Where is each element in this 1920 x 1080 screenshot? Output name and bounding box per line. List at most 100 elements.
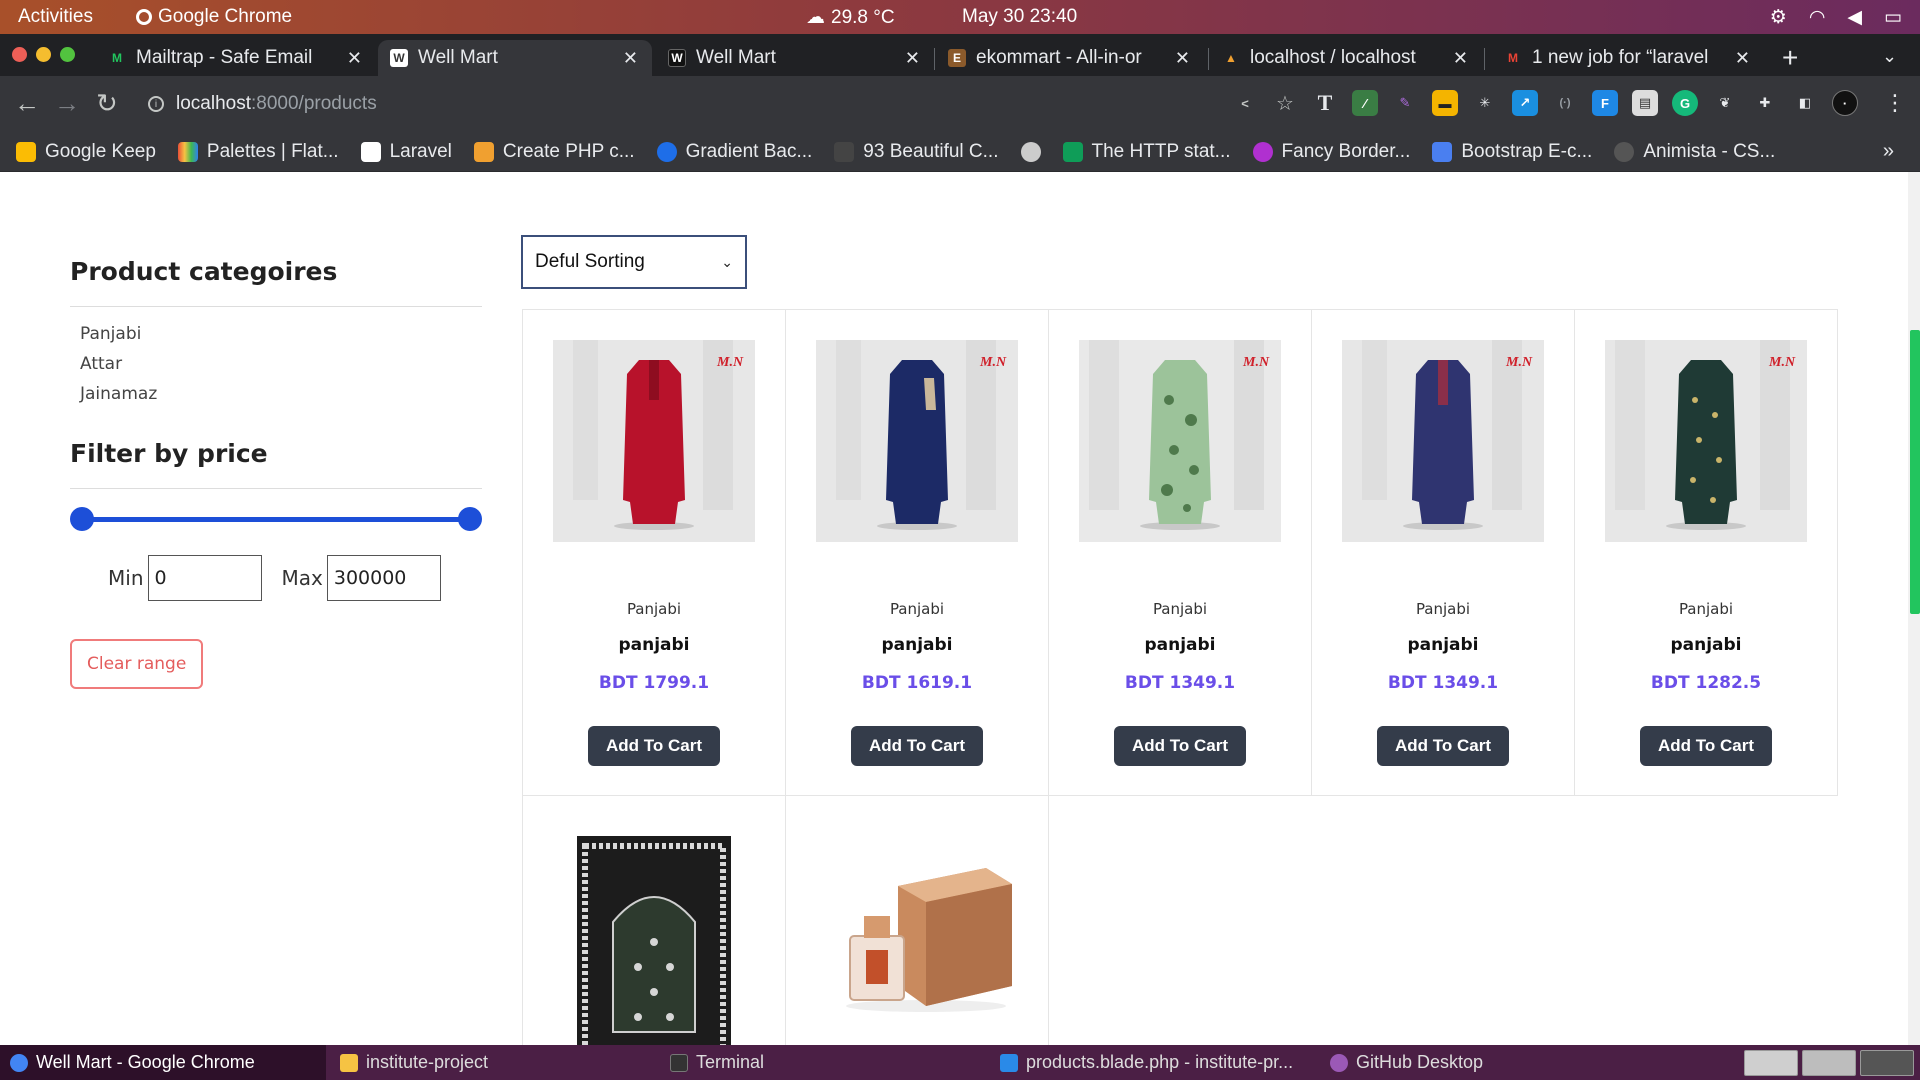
browser-menu-icon[interactable]: ⋮ (1884, 90, 1906, 116)
bookmark-google-keep[interactable]: Google Keep (16, 141, 156, 163)
bookmark-laravel[interactable]: Laravel (360, 141, 452, 163)
product-name[interactable]: panjabi (1049, 635, 1311, 655)
weather-widget[interactable]: ☁ 29.8 °C (806, 6, 895, 29)
workspace-3[interactable] (1860, 1050, 1914, 1076)
bookmark-gradient[interactable]: Gradient Bac... (656, 141, 812, 163)
share-icon[interactable]: < (1232, 90, 1258, 116)
close-tab-icon[interactable]: ✕ (1175, 48, 1190, 69)
product-image[interactable]: M.N (1079, 340, 1281, 542)
taskbar-item-github[interactable]: GitHub Desktop (1320, 1045, 1646, 1080)
system-tray[interactable]: ⚙ ◠ ◀ ▭ (1770, 6, 1902, 29)
add-to-cart-button[interactable]: Add To Cart (588, 726, 720, 766)
workspace-1[interactable] (1744, 1050, 1798, 1076)
close-tab-icon[interactable]: ✕ (1735, 48, 1750, 69)
max-price-input[interactable] (326, 555, 441, 601)
back-icon[interactable]: ← (14, 88, 40, 119)
tab-ekommart[interactable]: E ekommart - All-in-or ✕ (936, 40, 1204, 76)
activities-button[interactable]: Activities (18, 6, 93, 28)
product-card[interactable]: M.N Panjabi panjabi BDT 1619.1 Add To Ca… (785, 309, 1049, 796)
sorting-select[interactable]: Deful Sorting ⌄ (521, 235, 747, 289)
product-card[interactable]: M.N Panjabi panjabi BDT 1349.1 Add To Ca… (1311, 309, 1575, 796)
tab-gmail[interactable]: M 1 new job for “laravel ✕ (1492, 40, 1764, 76)
category-link-panjabi[interactable]: Panjabi (80, 319, 472, 349)
product-image[interactable]: M.N (816, 340, 1018, 542)
font-extension-icon[interactable]: T (1312, 90, 1338, 116)
bookmark-93-beautiful[interactable]: 93 Beautiful C... (834, 141, 999, 163)
grammarly-icon[interactable]: G (1672, 90, 1698, 116)
reload-icon[interactable]: ↻ (96, 88, 118, 119)
color-picker-extension-icon[interactable]: ⁄ (1352, 90, 1378, 116)
price-range-slider[interactable] (70, 499, 482, 539)
new-tab-button[interactable]: + (1782, 42, 1798, 74)
workspace-2[interactable] (1802, 1050, 1856, 1076)
close-tab-icon[interactable]: ✕ (905, 48, 920, 69)
bookmark-create-php[interactable]: Create PHP c... (473, 141, 635, 163)
max-price-handle[interactable] (458, 507, 482, 531)
add-to-cart-button[interactable]: Add To Cart (1114, 726, 1246, 766)
devtools-extension-icon[interactable]: ❦ (1712, 90, 1738, 116)
scrollbar-thumb[interactable] (1910, 330, 1920, 614)
bookmark-animista[interactable]: Animista - CS... (1614, 141, 1775, 163)
site-info-icon[interactable]: i (148, 96, 164, 112)
wifi-icon[interactable]: ◠ (1809, 6, 1826, 29)
settings-icon[interactable]: ⚙ (1770, 6, 1787, 29)
battery-icon[interactable]: ▭ (1884, 6, 1902, 29)
minimize-window-button[interactable] (36, 47, 51, 62)
product-card[interactable]: M.N Panjabi panjabi BDT 1799.1 Add To Ca… (522, 309, 786, 796)
fonts-ninja-icon[interactable]: F (1592, 90, 1618, 116)
clear-range-button[interactable]: Clear range (70, 639, 204, 689)
product-image[interactable]: M.N (1605, 340, 1807, 542)
maximize-window-button[interactable] (60, 47, 75, 62)
tab-phpmyadmin[interactable]: ▲ localhost / localhost ✕ (1210, 40, 1482, 76)
side-panel-icon[interactable]: ◧ (1792, 90, 1818, 116)
bookmark-fancy-border[interactable]: Fancy Border... (1252, 141, 1410, 163)
bookmark-palettes[interactable]: Palettes | Flat... (177, 141, 339, 163)
product-card[interactable]: M.N Panjabi panjabi BDT 1349.1 Add To Ca… (1048, 309, 1312, 796)
close-tab-icon[interactable]: ✕ (1453, 48, 1468, 69)
product-card[interactable] (785, 795, 1049, 1045)
close-window-button[interactable] (12, 47, 27, 62)
feather-extension-icon[interactable]: ✎ (1392, 90, 1418, 116)
add-to-cart-button[interactable]: Add To Cart (1377, 726, 1509, 766)
product-name[interactable]: panjabi (1312, 635, 1574, 655)
taskbar-item-terminal[interactable]: Terminal (660, 1045, 986, 1080)
react-devtools-icon[interactable]: ✳ (1472, 90, 1498, 116)
bookmark-http-status[interactable]: The HTTP stat... (1062, 141, 1231, 163)
bookmark-bootstrap[interactable]: Bootstrap E-c... (1432, 141, 1592, 163)
clock[interactable]: May 30 23:40 (962, 6, 1077, 28)
taskbar-item-chrome[interactable]: Well Mart - Google Chrome (0, 1045, 326, 1080)
product-card[interactable]: M.N Panjabi panjabi BDT 1282.5 Add To Ca… (1574, 309, 1838, 796)
close-tab-icon[interactable]: ✕ (623, 48, 638, 69)
category-link-jainamaz[interactable]: Jainamaz (80, 379, 472, 409)
product-image[interactable] (553, 832, 755, 1045)
tab-mailtrap[interactable]: M Mailtrap - Safe Email ✕ (96, 40, 376, 76)
product-name[interactable]: panjabi (523, 635, 785, 655)
taskbar-item-vscode[interactable]: products.blade.php - institute-pr... (990, 1045, 1316, 1080)
product-image[interactable] (816, 846, 1018, 1016)
product-card[interactable] (522, 795, 786, 1045)
wave-extension-icon[interactable]: (·) (1552, 90, 1578, 116)
min-price-input[interactable] (147, 555, 262, 601)
forward-icon[interactable]: → (54, 88, 80, 119)
screenshot-extension-icon[interactable]: ↗ (1512, 90, 1538, 116)
tab-search-icon[interactable]: ⌄ (1882, 46, 1897, 67)
product-image[interactable]: M.N (553, 340, 755, 542)
product-image[interactable]: M.N (1342, 340, 1544, 542)
close-tab-icon[interactable]: ✕ (347, 48, 362, 69)
volume-icon[interactable]: ◀ (1847, 6, 1862, 29)
category-link-attar[interactable]: Attar (80, 349, 472, 379)
more-bookmarks-icon[interactable]: » (1883, 140, 1894, 163)
product-name[interactable]: panjabi (786, 635, 1048, 655)
page-ruler-icon[interactable]: ▤ (1632, 90, 1658, 116)
add-to-cart-button[interactable]: Add To Cart (851, 726, 983, 766)
page-scrollbar[interactable] (1908, 172, 1920, 1045)
address-bar[interactable]: i localhost:8000/products (138, 84, 1208, 124)
product-name[interactable]: panjabi (1575, 635, 1837, 655)
bookmark-star-icon[interactable]: ☆ (1272, 90, 1298, 116)
profile-avatar[interactable]: · (1832, 90, 1858, 116)
tab-well-mart-active[interactable]: W Well Mart ✕ (378, 40, 652, 76)
app-menu[interactable]: Google Chrome (136, 6, 292, 28)
extensions-puzzle-icon[interactable]: ✚ (1752, 90, 1778, 116)
measure-extension-icon[interactable]: ▬ (1432, 90, 1458, 116)
add-to-cart-button[interactable]: Add To Cart (1640, 726, 1772, 766)
